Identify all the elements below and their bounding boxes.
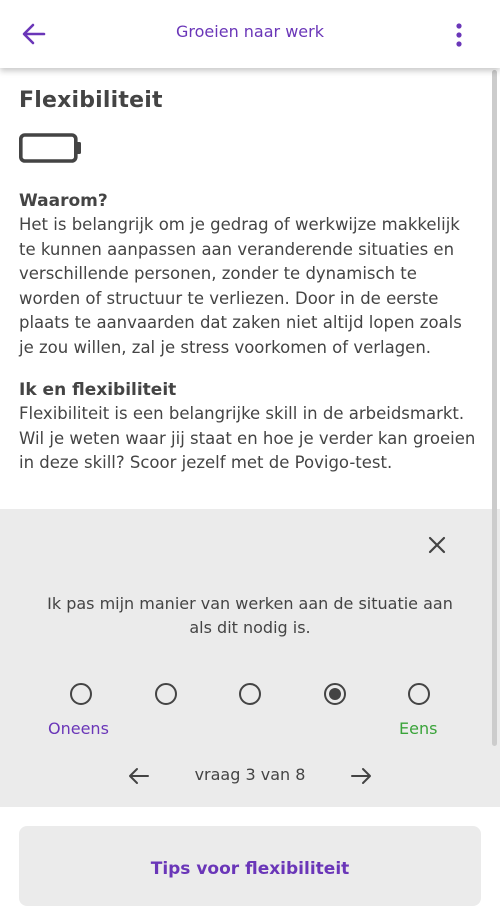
rating-question: Ik pas mijn manier van werken aan de sit… [47, 594, 453, 637]
rating-option-5[interactable] [408, 683, 430, 705]
section-waarom: Waarom? Het is belangrijk om je gedrag o… [19, 191, 481, 360]
section-title: Ik en flexibiliteit [19, 380, 177, 400]
app-bar-title: Groeien naar werk [176, 22, 324, 41]
rating-option-1[interactable] [70, 683, 92, 705]
previous-question-arrow-icon[interactable] [127, 764, 151, 788]
tips-label: Tips voor flexibiliteit [150, 859, 350, 879]
scrollbar[interactable] [492, 70, 497, 746]
rating-option-2[interactable] [155, 683, 177, 705]
section-text: Flexibiliteit is een belangrijke skill i… [19, 404, 476, 472]
question-counter: vraag 3 van 8 [194, 765, 306, 784]
more-vertical-icon[interactable] [454, 22, 464, 48]
section-text: Het is belangrijk om je gedrag of werkwi… [19, 215, 462, 357]
section-ik-en-flexibiliteit: Ik en flexibiliteit Flexibiliteit is een… [19, 380, 481, 476]
rating-panel [0, 509, 500, 807]
tips-card[interactable]: Tips voor flexibiliteit [19, 826, 481, 906]
skill-content: Flexibiliteit Waarom? Het is belangrijk … [19, 88, 481, 476]
section-title: Waarom? [19, 191, 108, 211]
app-bar: Groeien naar werk [0, 0, 500, 68]
scale-label-disagree: Oneens [48, 719, 109, 738]
empty-battery-icon [19, 133, 81, 163]
page-title: Flexibiliteit [19, 88, 163, 113]
scale-label-agree: Eens [399, 719, 438, 738]
next-question-arrow-icon[interactable] [349, 764, 373, 788]
rating-option-3[interactable] [239, 683, 261, 705]
close-icon[interactable] [426, 534, 448, 556]
rating-option-4[interactable] [324, 683, 346, 705]
